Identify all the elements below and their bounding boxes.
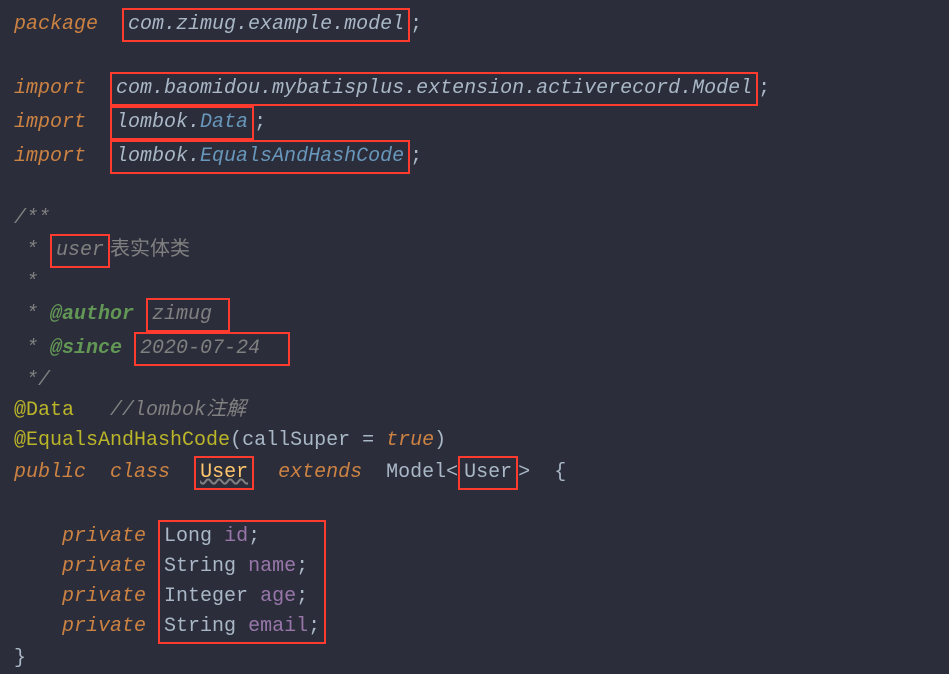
box-fields: Long id; bbox=[158, 520, 326, 552]
box-generic-user: User bbox=[458, 456, 518, 490]
box-import3: lombok.EqualsAndHashCode bbox=[110, 140, 410, 174]
model-class: Model bbox=[386, 461, 446, 484]
box-import2: lombok.Data bbox=[110, 106, 254, 140]
doc-end: */ bbox=[14, 366, 935, 396]
box-fields: String email; bbox=[158, 612, 326, 644]
doc-start: /** bbox=[14, 204, 935, 234]
doc-author-val: zimug bbox=[152, 303, 224, 326]
package-name: com.zimug.example.model bbox=[128, 13, 404, 36]
doc-user-suffix: 表实体类 bbox=[110, 239, 190, 262]
import-line-3: import lombok.EqualsAndHashCode; bbox=[14, 140, 935, 174]
keyword-extends: extends bbox=[278, 461, 362, 484]
type-string: String bbox=[164, 615, 236, 638]
type-long: Long bbox=[164, 525, 212, 548]
import-prefix-2: lombok. bbox=[116, 111, 200, 134]
doc-user-text: user bbox=[56, 239, 104, 262]
keyword-package: package bbox=[14, 13, 98, 36]
keyword-private: private bbox=[62, 525, 146, 548]
box-package-name: com.zimug.example.model bbox=[122, 8, 410, 42]
doc-author-line: * @author zimug bbox=[14, 298, 935, 332]
field-name: name bbox=[248, 555, 296, 578]
field-id-line: private Long id; bbox=[14, 520, 935, 552]
class-name-user: User bbox=[200, 461, 248, 484]
keyword-import: import bbox=[14, 145, 86, 168]
field-age: age bbox=[260, 585, 296, 608]
doc-since-tag: @since bbox=[50, 337, 122, 360]
import-prefix-3: lombok. bbox=[116, 145, 200, 168]
box-fields: String name; bbox=[158, 552, 326, 582]
import-path-1: com.baomidou.mybatisplus.extension.activ… bbox=[116, 77, 752, 100]
blank-line bbox=[14, 174, 935, 204]
class-decl-line: public class User extends Model<User> { bbox=[14, 456, 935, 490]
type-integer: Integer bbox=[164, 585, 248, 608]
doc-star: * bbox=[14, 268, 935, 298]
anno-eq-sign: = bbox=[350, 429, 386, 452]
import-class-3: EqualsAndHashCode bbox=[200, 145, 404, 168]
anno-eq-line: @EqualsAndHashCode(callSuper = true) bbox=[14, 426, 935, 456]
field-email: email bbox=[248, 615, 308, 638]
box-fields: Integer age; bbox=[158, 582, 326, 612]
package-line: package com.zimug.example.model; bbox=[14, 8, 935, 42]
generic-user: User bbox=[464, 461, 512, 484]
box-import1: com.baomidou.mybatisplus.extension.activ… bbox=[110, 72, 758, 106]
keyword-private: private bbox=[62, 615, 146, 638]
blank-line bbox=[14, 42, 935, 72]
keyword-import: import bbox=[14, 111, 86, 134]
doc-author-tag: @author bbox=[50, 303, 134, 326]
keyword-public: public bbox=[14, 461, 86, 484]
annotation-data: @Data bbox=[14, 399, 74, 422]
keyword-private: private bbox=[62, 585, 146, 608]
field-id: id bbox=[224, 525, 248, 548]
keyword-class: class bbox=[110, 461, 170, 484]
anno-data-line: @Data //lombok注解 bbox=[14, 396, 935, 426]
anno-eq-val: true bbox=[386, 429, 434, 452]
keyword-import: import bbox=[14, 77, 86, 100]
doc-line-user: * user表实体类 bbox=[14, 234, 935, 268]
type-string: String bbox=[164, 555, 236, 578]
box-author: zimug bbox=[146, 298, 230, 332]
closing-brace: } bbox=[14, 644, 935, 674]
blank-line bbox=[14, 490, 935, 520]
box-doc-user: user bbox=[50, 234, 110, 268]
import-line-2: import lombok.Data; bbox=[14, 106, 935, 140]
comment-lombok: //lombok注解 bbox=[110, 399, 246, 422]
keyword-private: private bbox=[62, 555, 146, 578]
import-class-2: Data bbox=[200, 111, 248, 134]
import-line-1: import com.baomidou.mybatisplus.extensio… bbox=[14, 72, 935, 106]
annotation-eq: @EqualsAndHashCode bbox=[14, 429, 230, 452]
field-name-line: private String name; bbox=[14, 552, 935, 582]
field-email-line: private String email; bbox=[14, 612, 935, 644]
doc-since-line: * @since 2020-07-24 bbox=[14, 332, 935, 366]
anno-param: callSuper bbox=[242, 429, 350, 452]
box-since: 2020-07-24 bbox=[134, 332, 290, 366]
doc-since-val: 2020-07-24 bbox=[140, 337, 284, 360]
box-class-name: User bbox=[194, 456, 254, 490]
field-age-line: private Integer age; bbox=[14, 582, 935, 612]
